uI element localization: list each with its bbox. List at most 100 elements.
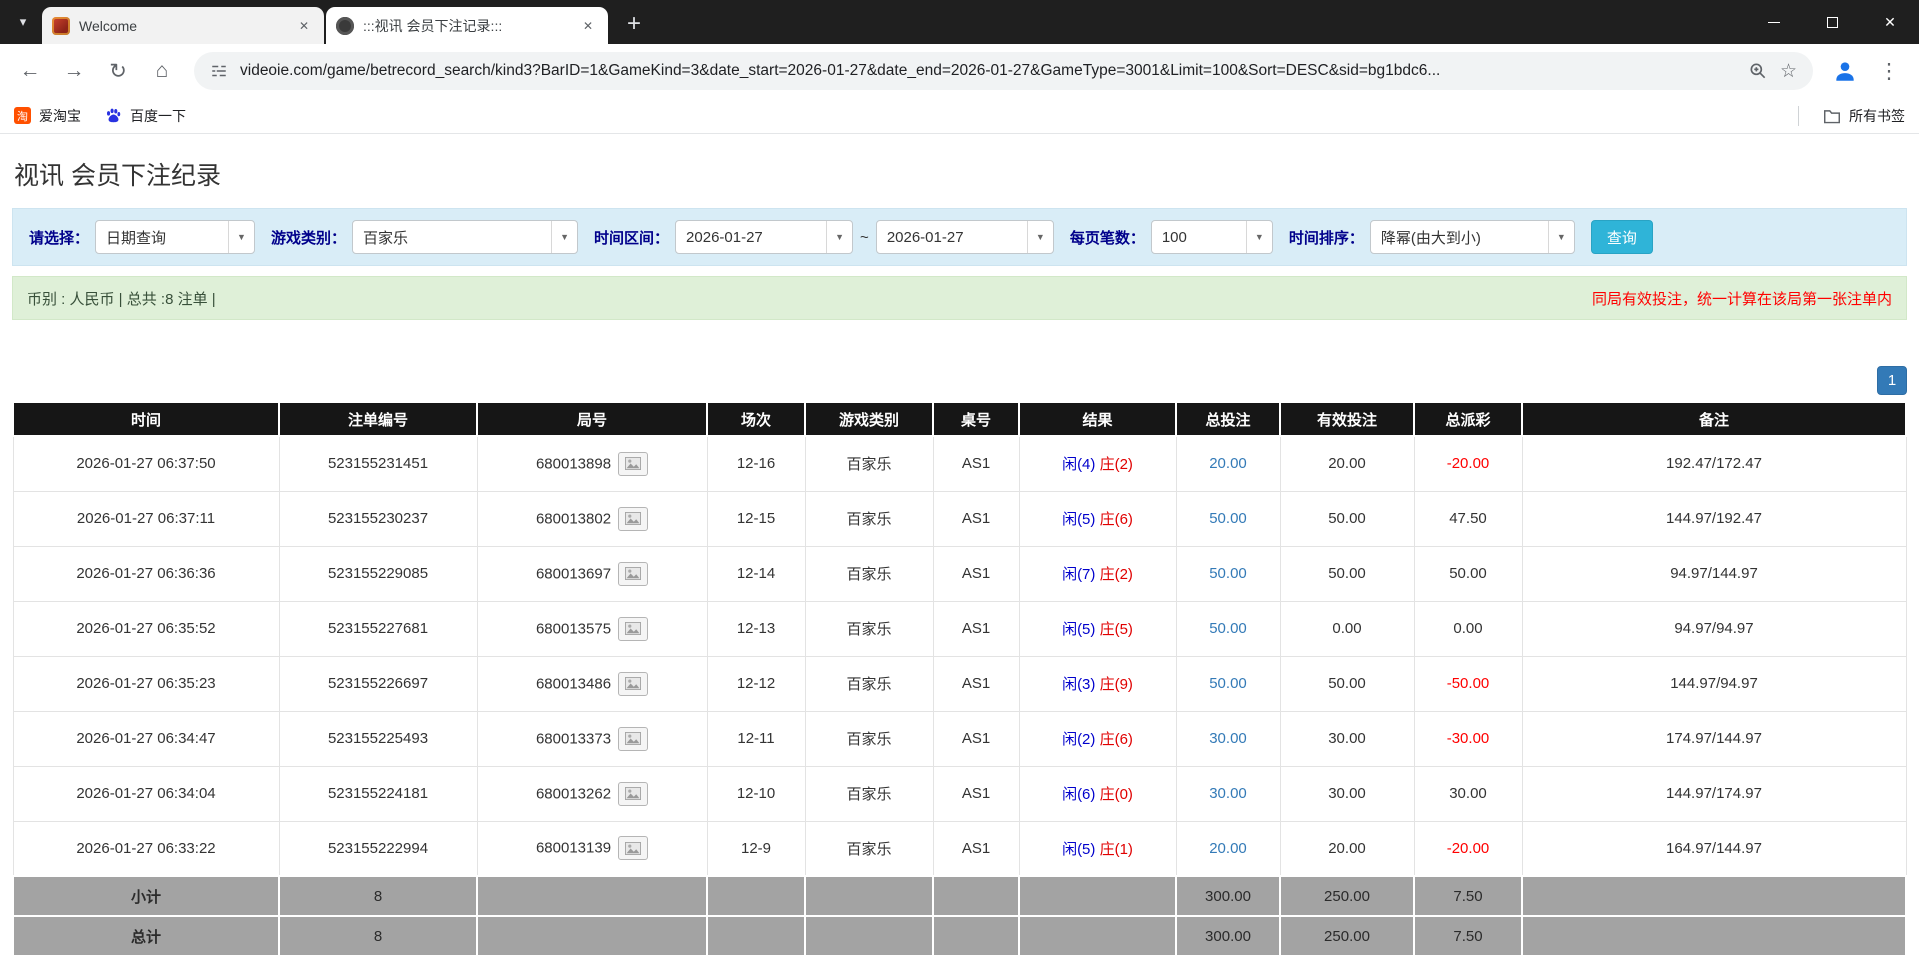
minimize-button[interactable] [1745, 0, 1803, 44]
player-result: 闲(3) [1062, 676, 1095, 693]
total-bet-link[interactable]: 30.00 [1209, 730, 1247, 747]
cell-session: 12-13 [707, 601, 805, 656]
cell-game: 百家乐 [805, 766, 933, 821]
cell-round: 680013139 [477, 821, 707, 876]
cell-total-bet: 50.00 [1176, 491, 1280, 546]
round-replay-icon[interactable] [618, 507, 648, 531]
reload-button[interactable]: ↻ [98, 51, 138, 91]
cell-time: 2026-01-27 06:33:22 [13, 821, 279, 876]
currency-summary-text: 币别 : 人民币 | 总共 :8 注单 | [27, 288, 216, 309]
total-bet-link[interactable]: 20.00 [1209, 840, 1247, 857]
cell-session: 12-10 [707, 766, 805, 821]
cell-table: AS1 [933, 766, 1019, 821]
profile-avatar[interactable] [1825, 51, 1865, 91]
new-tab-button[interactable]: + [616, 6, 652, 42]
cell-table: AS1 [933, 656, 1019, 711]
total-label: 总计 [13, 916, 279, 956]
round-replay-icon[interactable] [618, 727, 648, 751]
close-tab-icon[interactable]: ✕ [578, 16, 598, 36]
game-kind-select[interactable]: 百家乐 ▼ [352, 220, 578, 254]
close-tab-icon[interactable]: ✕ [294, 16, 314, 36]
table-row: 2026-01-27 06:35:23 523155226697 6800134… [13, 656, 1906, 711]
round-replay-icon[interactable] [618, 836, 648, 860]
filter-bar: 请选择： 日期查询 ▼ 游戏类别： 百家乐 ▼ 时间区间： 2026-01-27… [12, 208, 1907, 266]
bookmark-taobao[interactable]: 淘 爱淘宝 [14, 106, 81, 126]
all-bookmarks-button[interactable]: 所有书签 [1823, 106, 1905, 126]
cell-game: 百家乐 [805, 601, 933, 656]
total-bet-link[interactable]: 30.00 [1209, 785, 1247, 802]
cell-table: AS1 [933, 436, 1019, 491]
round-replay-icon[interactable] [618, 672, 648, 696]
url-text: videoie.com/game/betrecord_search/kind3?… [240, 62, 1736, 80]
cell-result: 闲(5) 庄(6) [1019, 491, 1176, 546]
tab-search-button[interactable]: ▾ [4, 0, 42, 44]
query-button[interactable]: 查询 [1591, 220, 1653, 254]
bookmark-star-icon[interactable]: ☆ [1780, 60, 1797, 83]
query-type-select[interactable]: 日期查询 ▼ [95, 220, 255, 254]
cell-time: 2026-01-27 06:35:23 [13, 656, 279, 711]
total-bet-link[interactable]: 20.00 [1209, 455, 1247, 472]
table-row: 2026-01-27 06:34:47 523155225493 6800133… [13, 711, 1906, 766]
cell-payout: -30.00 [1414, 711, 1522, 766]
tab-betrecord[interactable]: :::视讯 会员下注记录::: ✕ [326, 7, 608, 44]
round-replay-icon[interactable] [618, 452, 648, 476]
forward-button[interactable]: → [54, 51, 94, 91]
maximize-button[interactable] [1803, 0, 1861, 44]
tab-title: Welcome [79, 18, 285, 34]
round-replay-icon[interactable] [618, 782, 648, 806]
filter-label-sort: 时间排序： [1289, 227, 1364, 248]
back-button[interactable]: ← [10, 51, 50, 91]
date-end-input[interactable]: 2026-01-27 ▼ [876, 220, 1054, 254]
chevron-down-icon[interactable]: ▼ [826, 221, 852, 253]
tab-welcome[interactable]: Welcome ✕ [42, 7, 324, 44]
cell-game: 百家乐 [805, 546, 933, 601]
site-settings-icon[interactable] [210, 62, 228, 80]
sort-select[interactable]: 降幂(由大到小) ▼ [1370, 220, 1575, 254]
cell-session: 12-9 [707, 821, 805, 876]
bookmark-baidu[interactable]: 百度一下 [105, 106, 186, 126]
player-result: 闲(7) [1062, 566, 1095, 583]
home-button[interactable]: ⌂ [142, 51, 182, 91]
chevron-down-icon[interactable]: ▼ [1246, 221, 1272, 253]
cell-time: 2026-01-27 06:37:11 [13, 491, 279, 546]
player-result: 闲(5) [1062, 841, 1095, 858]
page-number-button[interactable]: 1 [1877, 366, 1907, 395]
total-bet-link[interactable]: 50.00 [1209, 675, 1247, 692]
date-start-input[interactable]: 2026-01-27 ▼ [675, 220, 853, 254]
chevron-down-icon[interactable]: ▼ [1548, 221, 1574, 253]
chevron-down-icon[interactable]: ▼ [228, 221, 254, 253]
bookmark-label: 爱淘宝 [39, 106, 81, 126]
browser-menu-icon[interactable]: ⋮ [1869, 51, 1909, 91]
per-page-input[interactable]: 100 ▼ [1151, 220, 1273, 254]
zoom-icon[interactable] [1748, 61, 1768, 81]
summary-bar: 币别 : 人民币 | 总共 :8 注单 | 同局有效投注，统一计算在该局第一张注… [12, 276, 1907, 320]
cell-valid-bet: 20.00 [1280, 436, 1414, 491]
bookmarks-bar: 淘 爱淘宝 百度一下 所有书签 [0, 98, 1919, 134]
total-bet-link[interactable]: 50.00 [1209, 620, 1247, 637]
total-bet-link[interactable]: 50.00 [1209, 565, 1247, 582]
cell-time: 2026-01-27 06:34:04 [13, 766, 279, 821]
round-replay-icon[interactable] [618, 562, 648, 586]
cell-round: 680013802 [477, 491, 707, 546]
cell-note: 144.97/174.97 [1522, 766, 1906, 821]
cell-time: 2026-01-27 06:36:36 [13, 546, 279, 601]
banker-result: 庄(9) [1100, 676, 1133, 693]
filter-label-game-kind: 游戏类别： [271, 227, 346, 248]
total-bet-link[interactable]: 50.00 [1209, 510, 1247, 527]
address-bar[interactable]: videoie.com/game/betrecord_search/kind3?… [194, 52, 1813, 90]
cell-bet-id: 523155229085 [279, 546, 477, 601]
cell-result: 闲(6) 庄(0) [1019, 766, 1176, 821]
chevron-down-icon[interactable]: ▼ [551, 221, 577, 253]
chevron-down-icon[interactable]: ▼ [1027, 221, 1053, 253]
cell-note: 94.97/144.97 [1522, 546, 1906, 601]
banker-result: 庄(1) [1100, 841, 1133, 858]
total-payout: 7.50 [1414, 916, 1522, 956]
cell-note: 164.97/144.97 [1522, 821, 1906, 876]
cell-payout: -50.00 [1414, 656, 1522, 711]
cell-round: 680013262 [477, 766, 707, 821]
folder-icon [1823, 108, 1841, 124]
round-replay-icon[interactable] [618, 617, 648, 641]
table-row: 2026-01-27 06:34:04 523155224181 6800132… [13, 766, 1906, 821]
close-window-button[interactable]: ✕ [1861, 0, 1919, 44]
cell-payout: 47.50 [1414, 491, 1522, 546]
